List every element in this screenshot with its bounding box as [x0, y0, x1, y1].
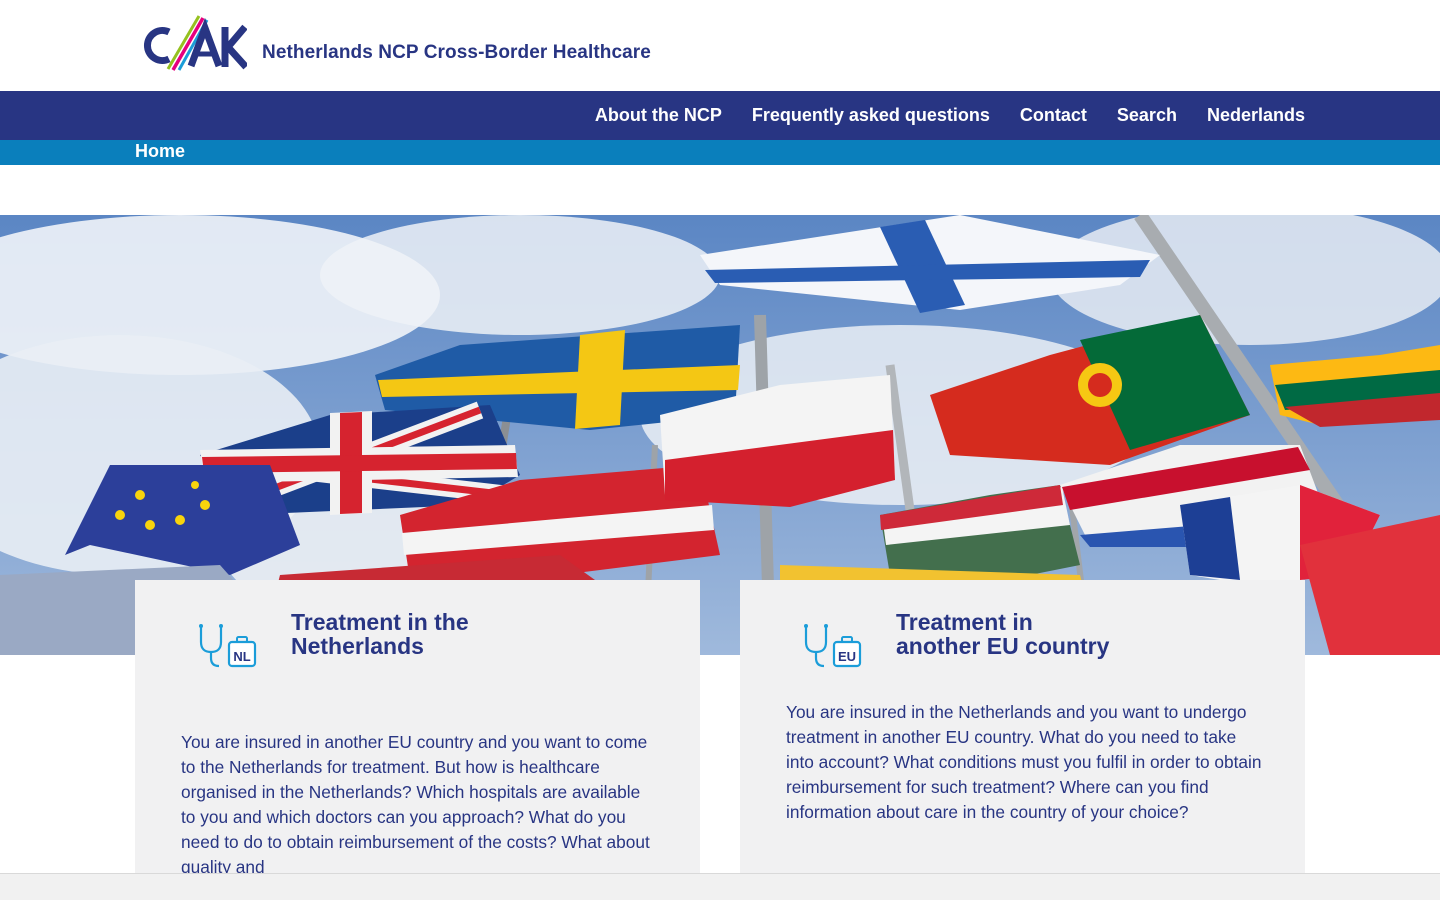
browser-status-bar — [0, 873, 1440, 900]
icon-label-nl: NL — [233, 649, 250, 664]
main-navigation: About the NCP Frequently asked questions… — [0, 91, 1440, 140]
card-treatment-eu-country[interactable]: EU Treatment in another EU country You a… — [740, 580, 1305, 900]
card-title-line2: another EU country — [896, 633, 1110, 659]
card-title-line1: Treatment in the — [291, 609, 469, 635]
nav-item-faq[interactable]: Frequently asked questions — [752, 105, 990, 126]
nav-item-about[interactable]: About the NCP — [595, 105, 722, 126]
card-title-link[interactable]: Treatment in another EU country — [896, 610, 1109, 658]
breadcrumb: Home — [0, 140, 1440, 165]
breadcrumb-home-link[interactable]: Home — [135, 141, 185, 162]
icon-label-eu: EU — [838, 649, 856, 664]
card-title-line2: Netherlands — [291, 633, 424, 659]
card-title-link[interactable]: Treatment in the Netherlands — [291, 610, 469, 658]
site-header: Netherlands NCP Cross-Border Healthcare — [0, 0, 1440, 91]
card-description: You are insured in another EU country an… — [181, 732, 650, 877]
nav-item-search[interactable]: Search — [1117, 105, 1177, 126]
stethoscope-nl-icon: NL — [199, 624, 257, 668]
card-title-line1: Treatment in — [896, 609, 1033, 635]
nav-item-language[interactable]: Nederlands — [1207, 105, 1305, 126]
cak-logo[interactable] — [135, 14, 247, 72]
stethoscope-eu-icon: EU — [804, 624, 862, 668]
card-description: You are insured in the Netherlands and y… — [786, 702, 1262, 822]
nav-item-contact[interactable]: Contact — [1020, 105, 1087, 126]
card-treatment-netherlands[interactable]: NL Treatment in the Netherlands You are … — [135, 580, 700, 900]
site-title[interactable]: Netherlands NCP Cross-Border Healthcare — [262, 42, 651, 64]
